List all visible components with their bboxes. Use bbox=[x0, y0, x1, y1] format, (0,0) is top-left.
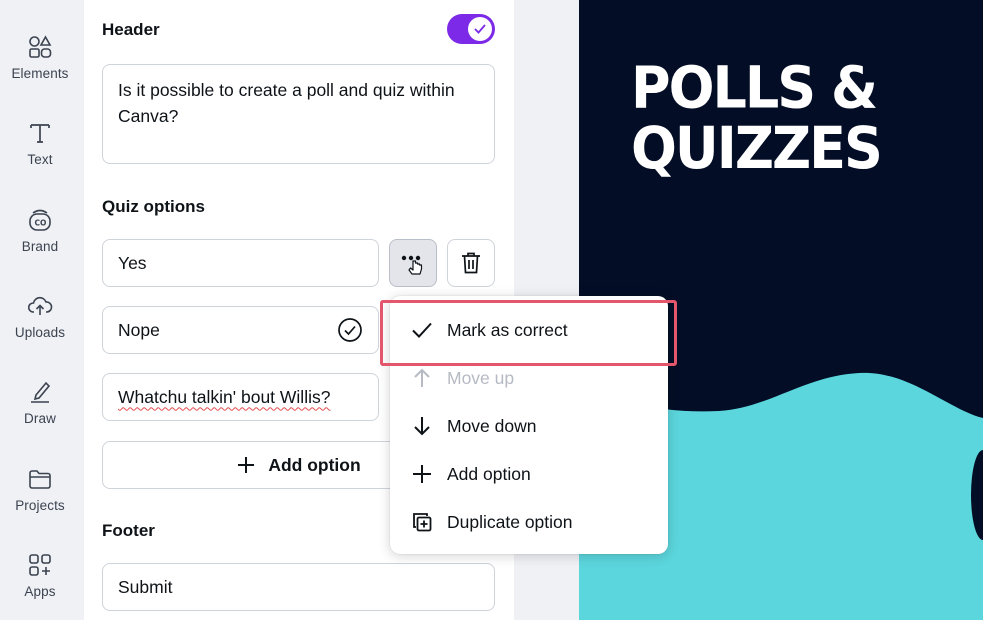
option-context-menu: Mark as correct Move up Move down Add op… bbox=[390, 296, 668, 554]
trash-icon bbox=[462, 252, 480, 274]
footer-text-field[interactable]: Submit bbox=[102, 563, 495, 611]
brand-icon: CO bbox=[29, 209, 51, 231]
elements-icon bbox=[29, 35, 52, 58]
plus-icon bbox=[413, 465, 431, 483]
left-sidebar: Elements Text CO Brand Uploads Draw Proj… bbox=[0, 0, 80, 620]
duplicate-icon bbox=[413, 513, 432, 532]
header-text-field[interactable]: Is it possible to create a poll and quiz… bbox=[102, 64, 495, 164]
menu-item-label: Add option bbox=[447, 463, 531, 484]
header-section-title: Header bbox=[102, 20, 160, 39]
menu-item-label: Move down bbox=[447, 415, 537, 436]
uploads-icon bbox=[27, 296, 53, 315]
menu-item-move-up[interactable]: Move up bbox=[390, 354, 668, 402]
arrow-down-icon bbox=[414, 417, 430, 436]
header-toggle[interactable] bbox=[447, 14, 495, 44]
more-icon bbox=[401, 255, 423, 275]
sidebar-item-apps[interactable]: Apps bbox=[0, 552, 80, 599]
canvas-title-line1: POLLS & bbox=[631, 53, 878, 122]
apps-icon bbox=[29, 554, 51, 576]
add-option-label: Add option bbox=[268, 454, 361, 475]
sidebar-item-label: Apps bbox=[24, 584, 56, 599]
sidebar-item-text[interactable]: Text bbox=[0, 120, 80, 167]
menu-item-duplicate-option[interactable]: Duplicate option bbox=[390, 498, 668, 546]
plus-icon bbox=[238, 457, 255, 473]
sidebar-item-label: Projects bbox=[15, 498, 65, 513]
sidebar-item-label: Draw bbox=[24, 411, 56, 426]
option-field-nope[interactable]: Nope bbox=[102, 306, 379, 354]
svg-text:CO: CO bbox=[35, 219, 47, 228]
check-icon bbox=[474, 24, 486, 34]
footer-section-title: Footer bbox=[102, 521, 155, 540]
menu-item-label: Move up bbox=[447, 367, 515, 388]
sidebar-item-label: Text bbox=[27, 152, 53, 167]
delete-option-button[interactable] bbox=[447, 239, 495, 287]
sidebar-item-label: Uploads bbox=[14, 325, 66, 340]
option-text: Yes bbox=[118, 252, 147, 273]
menu-item-label: Mark as correct bbox=[447, 319, 568, 340]
projects-icon bbox=[29, 470, 51, 489]
text-icon bbox=[30, 124, 50, 143]
quiz-options-title: Quiz options bbox=[102, 197, 205, 216]
canvas-title[interactable]: POLLS & QUIZZES bbox=[631, 53, 883, 183]
sidebar-item-elements[interactable]: Elements bbox=[0, 34, 80, 81]
toggle-knob bbox=[468, 17, 492, 41]
menu-item-add-option[interactable]: Add option bbox=[390, 450, 668, 498]
option-text: Nope bbox=[118, 319, 160, 340]
check-icon bbox=[412, 322, 432, 338]
arrow-up-icon bbox=[414, 368, 430, 387]
sidebar-item-draw[interactable]: Draw bbox=[0, 379, 80, 426]
sidebar-item-label: Elements bbox=[11, 66, 69, 81]
draw-icon bbox=[31, 381, 51, 403]
option-field-willis[interactable]: Whatchu talkin' bout Willis? bbox=[102, 373, 379, 421]
sidebar-item-projects[interactable]: Projects bbox=[0, 466, 80, 513]
option-more-button[interactable] bbox=[389, 239, 437, 287]
sidebar-item-brand[interactable]: CO Brand bbox=[0, 207, 80, 254]
menu-item-mark-correct[interactable]: Mark as correct bbox=[390, 306, 668, 354]
option-field-yes[interactable]: Yes bbox=[102, 239, 379, 287]
sidebar-item-label: Brand bbox=[21, 239, 59, 254]
footer-text: Submit bbox=[118, 576, 173, 597]
canvas-title-line2: QUIZZES bbox=[631, 114, 883, 183]
option-text: Whatchu talkin' bout Willis? bbox=[118, 386, 331, 407]
menu-item-label: Duplicate option bbox=[447, 511, 573, 532]
correct-check-circle-icon bbox=[338, 318, 362, 342]
menu-item-move-down[interactable]: Move down bbox=[390, 402, 668, 450]
sidebar-item-uploads[interactable]: Uploads bbox=[0, 293, 80, 340]
